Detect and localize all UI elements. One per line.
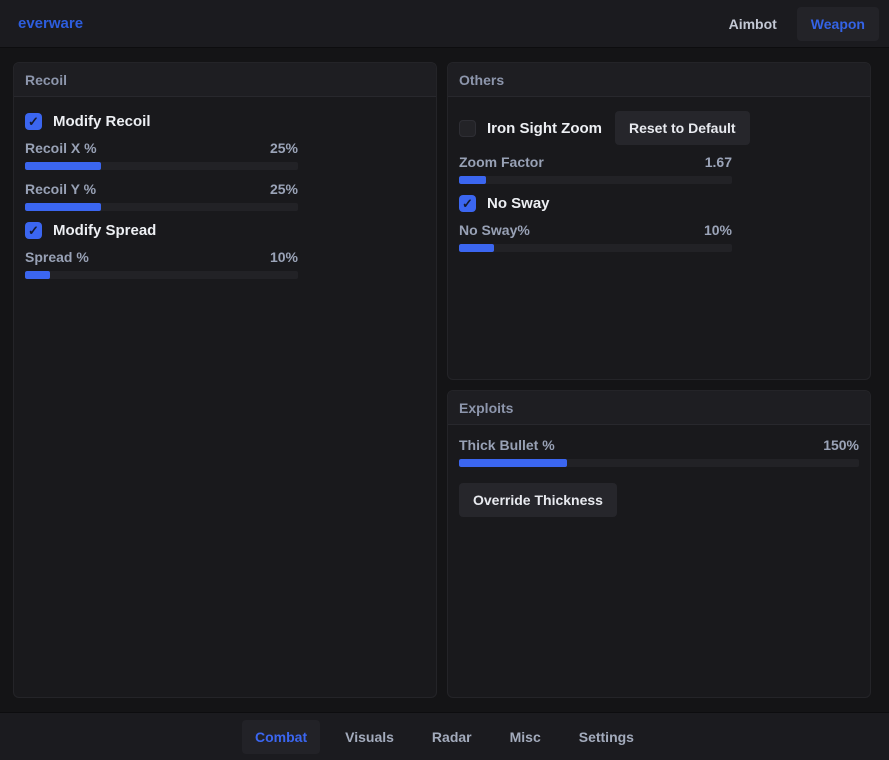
checkmark-icon: ✓ <box>28 115 39 128</box>
exploits-panel-header: Exploits <box>448 391 870 425</box>
top-bar: everware Aimbot Weapon <box>0 0 889 48</box>
reset-to-default-button[interactable]: Reset to Default <box>615 111 750 145</box>
tab-combat[interactable]: Combat <box>242 720 320 754</box>
modify-recoil-row[interactable]: ✓ Modify Recoil <box>25 113 425 130</box>
spread-slider-fill <box>25 271 50 279</box>
modify-recoil-label: Modify Recoil <box>53 113 151 130</box>
recoil-y-value: 25% <box>270 181 298 197</box>
no-sway-label: No Sway <box>487 195 550 212</box>
exploits-panel: Exploits Thick Bullet % 150% Override Th… <box>447 390 871 698</box>
zoom-factor-slider-fill <box>459 176 486 184</box>
thick-bullet-slider[interactable] <box>459 459 859 467</box>
recoil-panel-header: Recoil <box>14 63 436 97</box>
right-column: Others ✓ Iron Sight Zoom Reset to Defaul… <box>447 62 871 698</box>
top-tab-group: Aimbot Weapon <box>715 7 879 41</box>
recoil-y-slider-group: Recoil Y % 25% <box>25 181 298 211</box>
zoom-factor-value: 1.67 <box>705 154 732 170</box>
recoil-x-slider[interactable] <box>25 162 298 170</box>
zoom-factor-slider[interactable] <box>459 176 732 184</box>
recoil-panel-body: ✓ Modify Recoil Recoil X % 25% <box>14 97 436 697</box>
recoil-panel-title: Recoil <box>25 72 67 88</box>
iron-sight-zoom-row: ✓ Iron Sight Zoom Reset to Default <box>459 111 859 145</box>
tab-misc[interactable]: Misc <box>497 720 554 754</box>
thick-bullet-label: Thick Bullet % <box>459 437 555 453</box>
no-sway-checkbox[interactable]: ✓ <box>459 195 476 212</box>
modify-recoil-checkbox[interactable]: ✓ <box>25 113 42 130</box>
zoom-factor-slider-group: Zoom Factor 1.67 <box>459 154 732 184</box>
others-panel-header: Others <box>448 63 870 97</box>
spread-value: 10% <box>270 249 298 265</box>
thick-bullet-slider-fill <box>459 459 567 467</box>
tab-aimbot[interactable]: Aimbot <box>715 7 791 41</box>
recoil-y-slider-fill <box>25 203 101 211</box>
spread-slider-group: Spread % 10% <box>25 249 298 279</box>
recoil-y-slider[interactable] <box>25 203 298 211</box>
thick-bullet-value: 150% <box>823 437 859 453</box>
brand-logo: everware <box>18 15 83 32</box>
exploits-panel-body: Thick Bullet % 150% Override Thickness <box>448 425 870 697</box>
modify-spread-checkbox[interactable]: ✓ <box>25 222 42 239</box>
recoil-x-label: Recoil X % <box>25 140 97 156</box>
recoil-y-label: Recoil Y % <box>25 181 96 197</box>
bottom-bar: Combat Visuals Radar Misc Settings <box>0 712 889 760</box>
tab-radar[interactable]: Radar <box>419 720 485 754</box>
left-column: Recoil ✓ Modify Recoil Recoil X % 25% <box>13 62 437 698</box>
app-window: everware Aimbot Weapon Recoil ✓ Modify R… <box>0 0 889 760</box>
recoil-panel: Recoil ✓ Modify Recoil Recoil X % 25% <box>13 62 437 698</box>
zoom-factor-label: Zoom Factor <box>459 154 544 170</box>
others-panel-body: ✓ Iron Sight Zoom Reset to Default Zoom … <box>448 97 870 379</box>
tab-weapon[interactable]: Weapon <box>797 7 879 41</box>
checkmark-icon: ✓ <box>28 224 39 237</box>
iron-sight-zoom-checkbox[interactable]: ✓ <box>459 120 476 137</box>
no-sway-percent-slider-fill <box>459 244 494 252</box>
tab-visuals[interactable]: Visuals <box>332 720 407 754</box>
spread-slider[interactable] <box>25 271 298 279</box>
content-area: Recoil ✓ Modify Recoil Recoil X % 25% <box>0 48 889 698</box>
override-thickness-button[interactable]: Override Thickness <box>459 483 617 517</box>
recoil-x-slider-fill <box>25 162 101 170</box>
no-sway-percent-slider[interactable] <box>459 244 732 252</box>
modify-spread-row[interactable]: ✓ Modify Spread <box>25 222 425 239</box>
iron-sight-zoom-label: Iron Sight Zoom <box>487 120 602 137</box>
exploits-panel-title: Exploits <box>459 400 513 416</box>
modify-spread-label: Modify Spread <box>53 222 156 239</box>
no-sway-percent-slider-group: No Sway% 10% <box>459 222 732 252</box>
checkmark-icon: ✓ <box>462 197 473 210</box>
no-sway-percent-value: 10% <box>704 222 732 238</box>
no-sway-row[interactable]: ✓ No Sway <box>459 195 859 212</box>
others-panel-title: Others <box>459 72 504 88</box>
recoil-x-slider-group: Recoil X % 25% <box>25 140 298 170</box>
thick-bullet-slider-group: Thick Bullet % 150% <box>459 437 859 467</box>
others-panel: Others ✓ Iron Sight Zoom Reset to Defaul… <box>447 62 871 380</box>
spread-label: Spread % <box>25 249 89 265</box>
recoil-x-value: 25% <box>270 140 298 156</box>
tab-settings[interactable]: Settings <box>566 720 647 754</box>
no-sway-percent-label: No Sway% <box>459 222 530 238</box>
